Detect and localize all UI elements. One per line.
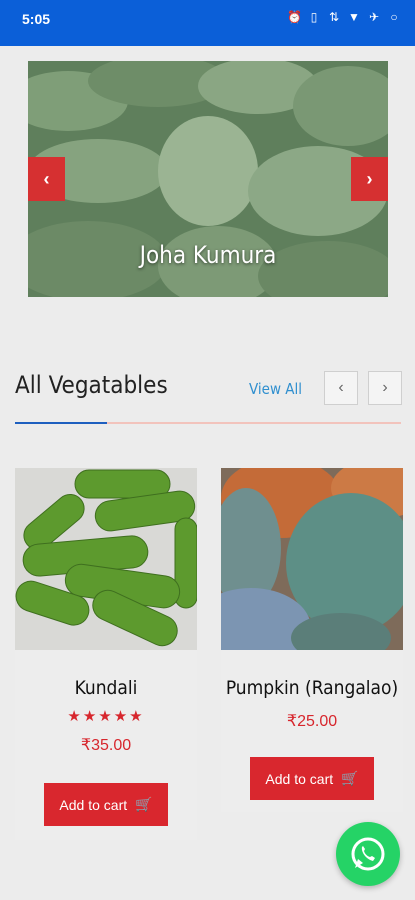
carousel-prev-button[interactable]: ‹ — [324, 371, 358, 405]
alarm-icon: ⏰ — [287, 10, 302, 24]
add-to-cart-button[interactable]: Add to cart 🛒 — [44, 783, 168, 826]
hero-slider[interactable]: ‹ › Joha Kumura — [28, 61, 388, 297]
wifi-icon: ▼ — [348, 10, 360, 24]
hero-prev-button[interactable]: ‹ — [28, 157, 65, 201]
cart-icon: 🛒 — [341, 770, 359, 786]
rating-stars: ★★★★★ — [67, 708, 145, 725]
add-to-cart-label: Add to cart — [265, 770, 334, 787]
divider-accent — [15, 422, 107, 424]
whatsapp-button[interactable] — [336, 822, 400, 886]
status-time: 5:05 — [22, 11, 51, 27]
section-title: All Vegatables — [15, 371, 168, 399]
whatsapp-icon — [351, 837, 385, 871]
cart-icon: 🛒 — [135, 796, 153, 812]
section-divider — [15, 422, 401, 424]
hero-next-button[interactable]: › — [351, 157, 388, 201]
add-to-cart-label: Add to cart — [59, 796, 128, 813]
product-price: ₹25.00 — [286, 713, 338, 730]
hero-caption: Joha Kumura — [139, 241, 277, 269]
product-name[interactable]: Kundali — [15, 677, 197, 699]
product-name[interactable]: Pumpkin (Rangalao) — [221, 677, 403, 699]
vibrate-icon: ▯ — [310, 10, 318, 24]
product-card[interactable]: Pumpkin (Rangalao) ₹25.00 Add to cart 🛒 — [221, 468, 403, 812]
view-all-link[interactable]: View All — [249, 380, 302, 398]
sync-icon: ○ — [390, 10, 398, 24]
carousel-next-button[interactable]: › — [368, 371, 402, 405]
airplane-icon: ✈ — [368, 10, 380, 24]
status-bar: 5:05 ⏰ ▯ ⇅ ▼ ✈ ○ — [0, 0, 415, 46]
status-icons: ⏰ ▯ ⇅ ▼ ✈ ○ — [287, 10, 401, 24]
product-image[interactable] — [15, 468, 197, 650]
product-card[interactable]: Kundali ★★★★★ ₹35.00 Add to cart 🛒 — [15, 468, 197, 840]
add-to-cart-button[interactable]: Add to cart 🛒 — [250, 757, 374, 800]
product-image[interactable] — [221, 468, 403, 650]
data-icon: ⇅ — [328, 10, 340, 24]
product-price: ₹35.00 — [80, 737, 132, 754]
